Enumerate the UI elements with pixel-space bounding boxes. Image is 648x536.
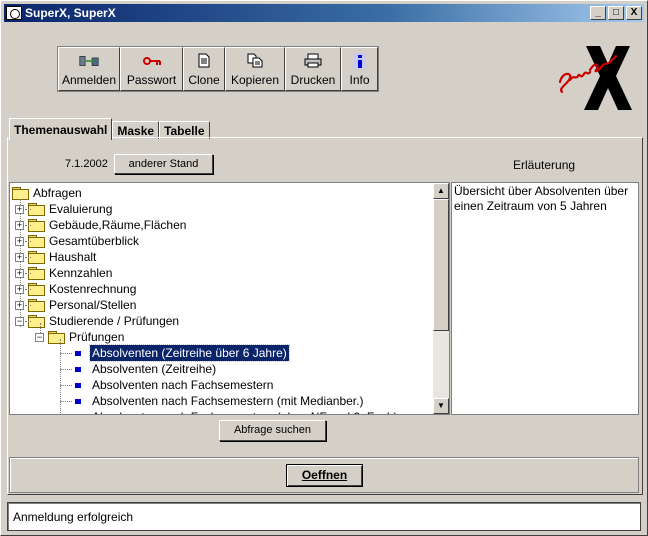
tree-connector bbox=[25, 273, 31, 274]
tree-leaf[interactable]: Absolventen nach Fachsemestern (mit Medi… bbox=[72, 393, 365, 409]
tree-connector bbox=[60, 353, 72, 354]
tree-scrollbar[interactable]: ▲ ▼ bbox=[433, 183, 449, 414]
info-icon bbox=[350, 52, 370, 70]
tree-node-label: Kennzahlen bbox=[49, 266, 113, 280]
erlaeuterung-heading: Erläuterung bbox=[513, 158, 576, 172]
tree-node-label: Personal/Stellen bbox=[49, 298, 137, 312]
tree-leaf[interactable]: Absolventen nach Fachsemestern (ohne NF … bbox=[72, 409, 400, 414]
search-query-button[interactable]: Abfrage suchen bbox=[219, 420, 326, 441]
tree-node-label: Absolventen nach Fachsemestern (ohne NF … bbox=[90, 409, 400, 414]
tree-node-label: Absolventen nach Fachsemestern bbox=[92, 378, 274, 392]
tree-connector bbox=[25, 209, 31, 210]
tree-leaf[interactable]: Absolventen (Zeitreihe über 6 Jahre) bbox=[72, 344, 290, 362]
tree-node-label: Absolventen (Zeitreihe über 6 Jahre) bbox=[89, 344, 290, 362]
tree-node-label: Gesamtüberblick bbox=[49, 234, 140, 248]
expand-icon[interactable]: + bbox=[15, 204, 24, 214]
tree-content: Abfragen + Evaluierung + Gebäude,Räume,Fläch… bbox=[10, 183, 434, 414]
expand-icon[interactable]: + bbox=[15, 300, 24, 310]
close-button[interactable]: X bbox=[626, 6, 642, 20]
tree-node-label: Prüfungen bbox=[69, 330, 125, 344]
tree-connector bbox=[60, 339, 61, 414]
other-stand-button[interactable]: anderer Stand bbox=[114, 154, 213, 174]
login-label: Anmelden bbox=[61, 72, 117, 87]
maximize-button[interactable]: □ bbox=[608, 6, 624, 20]
toolbar: Anmelden Passwort Clone Kopieren Drucken bbox=[57, 46, 379, 92]
expand-icon[interactable]: + bbox=[15, 236, 24, 246]
tree-connector bbox=[25, 241, 31, 242]
tree-folder[interactable]: + Gesamtüberblick bbox=[15, 233, 141, 249]
collapse-icon[interactable]: − bbox=[15, 316, 24, 326]
folder-open-icon bbox=[48, 331, 65, 344]
expand-icon[interactable]: + bbox=[15, 284, 24, 294]
document-icon bbox=[194, 52, 214, 70]
tree-node-label: Haushalt bbox=[49, 250, 97, 264]
superx-logo bbox=[556, 36, 636, 116]
tree-folder[interactable]: + Personal/Stellen bbox=[15, 297, 138, 313]
tree-node-label: Evaluierung bbox=[49, 202, 113, 216]
login-icon bbox=[79, 52, 99, 70]
title-bar[interactable]: SuperX, SuperX _ □ X bbox=[4, 4, 644, 22]
tree-node-label: Absolventen nach Fachsemestern (mit Medi… bbox=[92, 394, 364, 408]
printer-icon bbox=[303, 52, 323, 70]
app-icon bbox=[6, 6, 22, 20]
status-bar: Anmeldung erfolgreich bbox=[7, 502, 641, 531]
open-label: Oeffnen bbox=[301, 468, 348, 482]
info-label: Info bbox=[349, 72, 370, 87]
tree-folder[interactable]: + Kostenrechnung bbox=[15, 281, 138, 297]
login-button[interactable]: Anmelden bbox=[58, 47, 120, 91]
password-button[interactable]: Passwort bbox=[120, 47, 183, 91]
tab-bar: Themenauswahl Maske Tabelle bbox=[9, 117, 210, 140]
tab-themenauswahl[interactable]: Themenauswahl bbox=[9, 118, 113, 140]
tree-connector bbox=[25, 225, 31, 226]
tree-connector bbox=[25, 305, 31, 306]
tree-leaf[interactable]: Absolventen (Zeitreihe) bbox=[72, 361, 218, 377]
window-title: SuperX, SuperX bbox=[25, 6, 116, 20]
scroll-thumb[interactable] bbox=[433, 199, 449, 331]
collapse-icon[interactable]: − bbox=[35, 332, 44, 342]
print-label: Drucken bbox=[290, 72, 336, 87]
password-label: Passwort bbox=[126, 72, 177, 87]
tree-connector bbox=[25, 257, 31, 258]
expand-icon[interactable]: + bbox=[15, 268, 24, 278]
tree-node-label: Abfragen bbox=[33, 186, 82, 200]
tree-node-label: Gebäude,Räume,Flächen bbox=[49, 218, 187, 232]
query-icon bbox=[75, 366, 81, 372]
copy-icon bbox=[245, 52, 265, 70]
tree-leaf[interactable]: Absolventen nach Fachsemestern bbox=[72, 377, 275, 393]
scroll-up-button[interactable]: ▲ bbox=[433, 183, 449, 199]
copy-label: Kopieren bbox=[230, 72, 280, 87]
tree-folder[interactable]: + Gebäude,Räume,Flächen bbox=[15, 217, 188, 233]
tree-subfolder[interactable]: − Prüfungen bbox=[35, 329, 126, 345]
tree-root[interactable]: Abfragen bbox=[12, 185, 84, 201]
clone-label: Clone bbox=[188, 72, 220, 87]
key-icon bbox=[142, 52, 162, 70]
tree-connector bbox=[60, 369, 72, 370]
description-panel: Übersicht über Absolventen über einen Ze… bbox=[451, 182, 639, 415]
copy-button[interactable]: Kopieren bbox=[225, 47, 285, 91]
clone-button[interactable]: Clone bbox=[183, 47, 225, 91]
scroll-down-button[interactable]: ▼ bbox=[433, 398, 449, 414]
expand-icon[interactable]: + bbox=[15, 220, 24, 230]
open-button[interactable]: Oeffnen bbox=[286, 464, 363, 487]
minimize-button[interactable]: _ bbox=[590, 6, 606, 20]
query-icon bbox=[75, 398, 81, 404]
tree-node-label: Studierende / Prüfungen bbox=[49, 314, 180, 328]
tree-connector bbox=[60, 401, 72, 402]
query-icon bbox=[75, 382, 81, 388]
expand-icon[interactable]: + bbox=[15, 252, 24, 262]
stand-date: 7.1.2002 bbox=[65, 158, 108, 170]
print-button[interactable]: Drucken bbox=[285, 47, 341, 91]
query-tree: Abfragen + Evaluierung + Gebäude,Räume,Fläch… bbox=[9, 182, 450, 415]
info-button[interactable]: Info bbox=[341, 47, 378, 91]
folder-open-icon bbox=[12, 187, 29, 200]
tree-node-label: Kostenrechnung bbox=[49, 282, 137, 296]
tree-node-label: Absolventen (Zeitreihe) bbox=[92, 362, 217, 376]
tree-connector bbox=[25, 321, 31, 322]
tree-connector bbox=[60, 385, 72, 386]
main-window: SuperX, SuperX _ □ X Anmelden Passwort C… bbox=[0, 0, 648, 536]
query-icon bbox=[75, 350, 81, 356]
tree-connector bbox=[25, 289, 31, 290]
